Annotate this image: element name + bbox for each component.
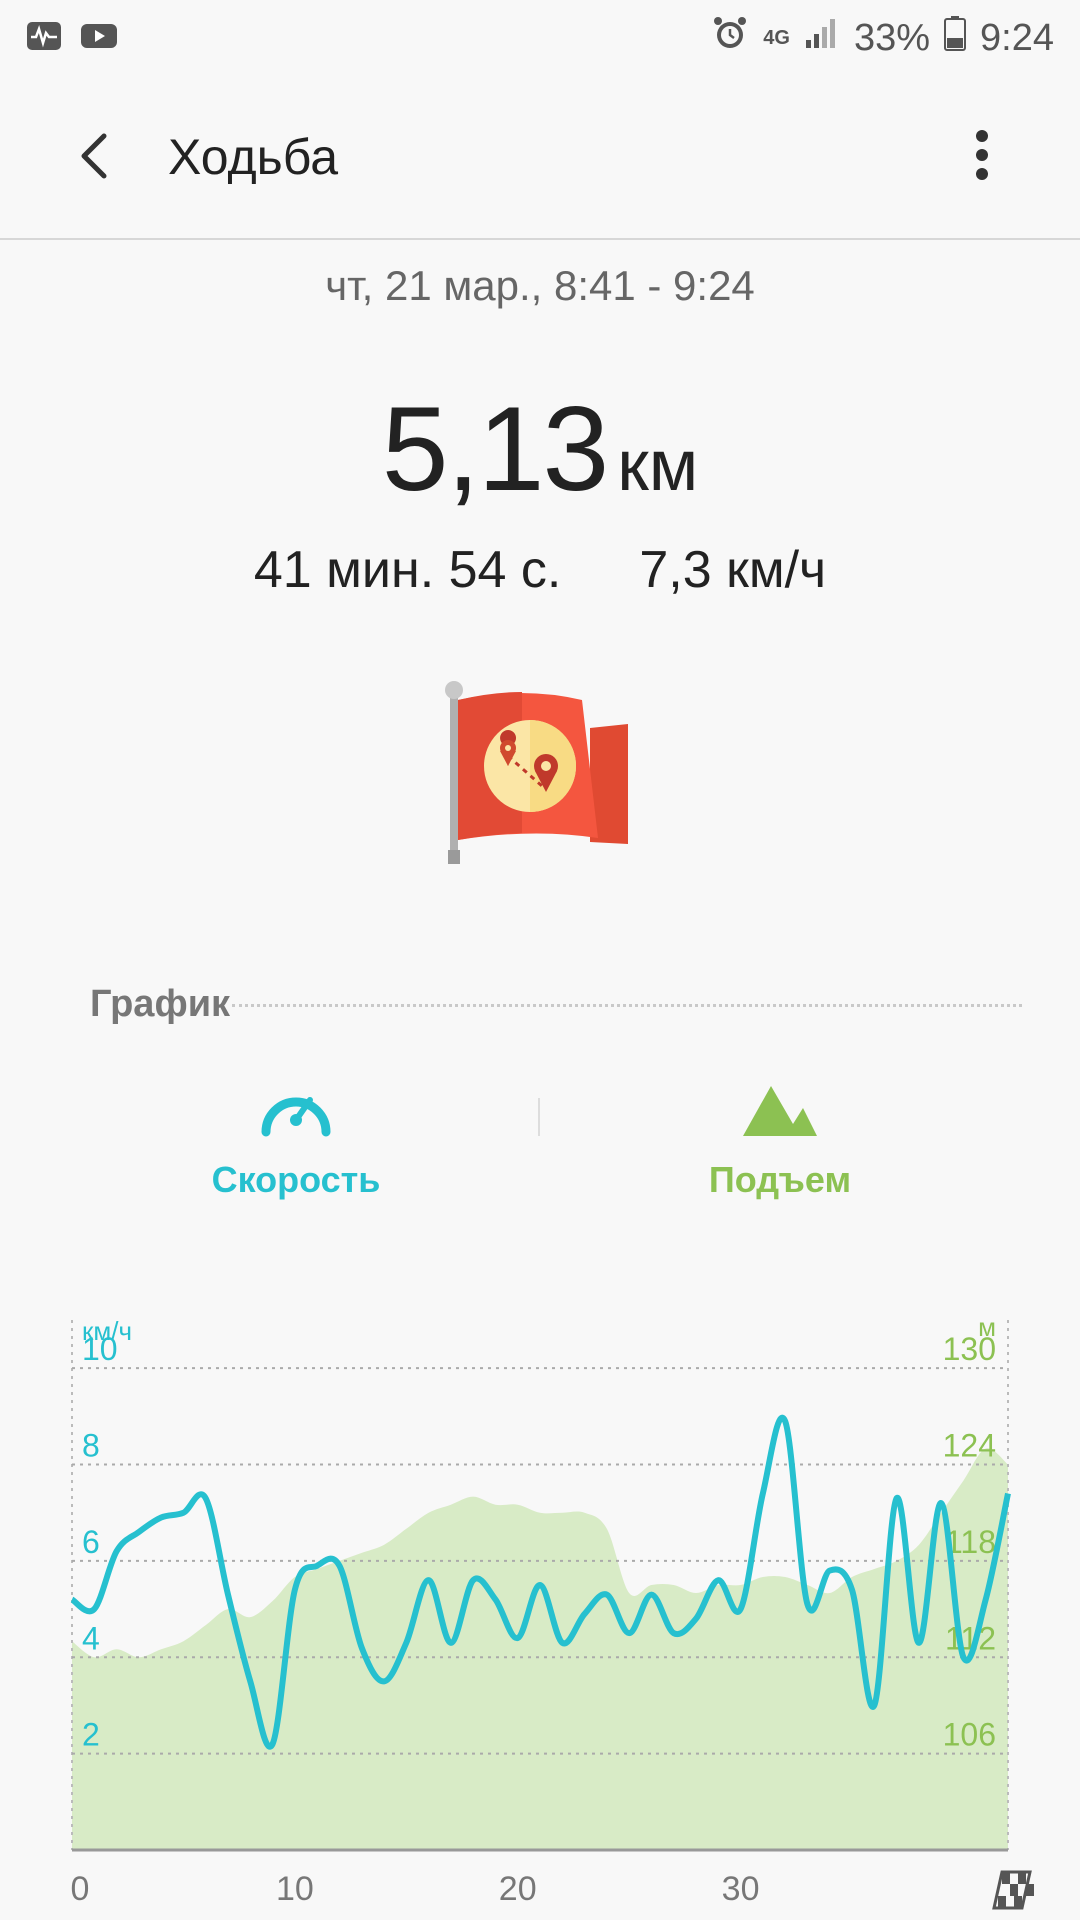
x-tick-label: 30 <box>722 1870 760 1908</box>
signal-icon <box>804 16 840 60</box>
tab-speed-label: Скорость <box>211 1159 381 1200</box>
mountain-icon <box>743 1086 817 1136</box>
x-tick-label: 20 <box>499 1870 537 1908</box>
tab-elevation[interactable]: Подъем <box>590 1078 970 1201</box>
speed-elevation-chart: 2 1064 1126 1188 12410 130км/ч м0 10 20 30 <box>70 1312 1034 1910</box>
stats-row: 41 мин. 54 с. 7,3 км/ч <box>0 540 1080 600</box>
distance-display: 5,13 км <box>0 380 1080 518</box>
status-bar: 4G 33% 9:24 <box>0 0 1080 76</box>
right-unit-label: м <box>978 1312 996 1342</box>
tab-divider <box>538 1098 540 1136</box>
app-bar: Ходьба <box>0 76 1080 240</box>
activity-icon <box>26 21 62 56</box>
more-options-button[interactable] <box>962 124 1002 194</box>
distance-unit: км <box>617 426 699 506</box>
battery-percent: 33% <box>853 16 931 59</box>
avg-speed: 7,3 км/ч <box>639 541 827 599</box>
network-type: 4G <box>763 26 790 49</box>
left-tick-label: 8 <box>82 1428 100 1464</box>
left-tick-label: 2 <box>82 1717 100 1753</box>
distance-value: 5,13 <box>381 382 610 516</box>
more-vert-icon <box>976 130 988 180</box>
alarm-icon <box>711 14 749 62</box>
tab-elevation-label: Подъем <box>708 1159 852 1200</box>
page-title: Ходьба <box>168 129 339 185</box>
date-range: чт, 21 мар., 8:41 - 9:24 <box>325 262 755 309</box>
right-tick-label: 124 <box>943 1428 996 1464</box>
clock: 9:24 <box>980 16 1054 59</box>
youtube-icon <box>80 21 118 56</box>
left-tick-label: 4 <box>82 1620 100 1656</box>
tab-speed[interactable]: Скорость <box>106 1078 486 1201</box>
status-left <box>26 21 118 56</box>
right-tick-label: 106 <box>943 1717 996 1753</box>
status-right: 4G 33% 9:24 <box>711 14 1054 62</box>
back-arrow-icon <box>81 133 107 179</box>
x-tick-label: 0 <box>71 1870 90 1908</box>
left-unit-label: км/ч <box>82 1316 132 1346</box>
section-label: График <box>90 983 231 1025</box>
x-tick-label: 10 <box>276 1870 314 1908</box>
battery-icon <box>944 15 967 61</box>
route-flag-icon <box>442 678 642 874</box>
finish-flag-icon <box>992 1870 1034 1910</box>
duration: 41 мин. 54 с. <box>253 541 562 599</box>
back-button[interactable] <box>70 128 126 184</box>
speedometer-icon <box>261 1097 331 1137</box>
section-divider <box>232 1004 1022 1007</box>
left-tick-label: 6 <box>82 1524 100 1560</box>
